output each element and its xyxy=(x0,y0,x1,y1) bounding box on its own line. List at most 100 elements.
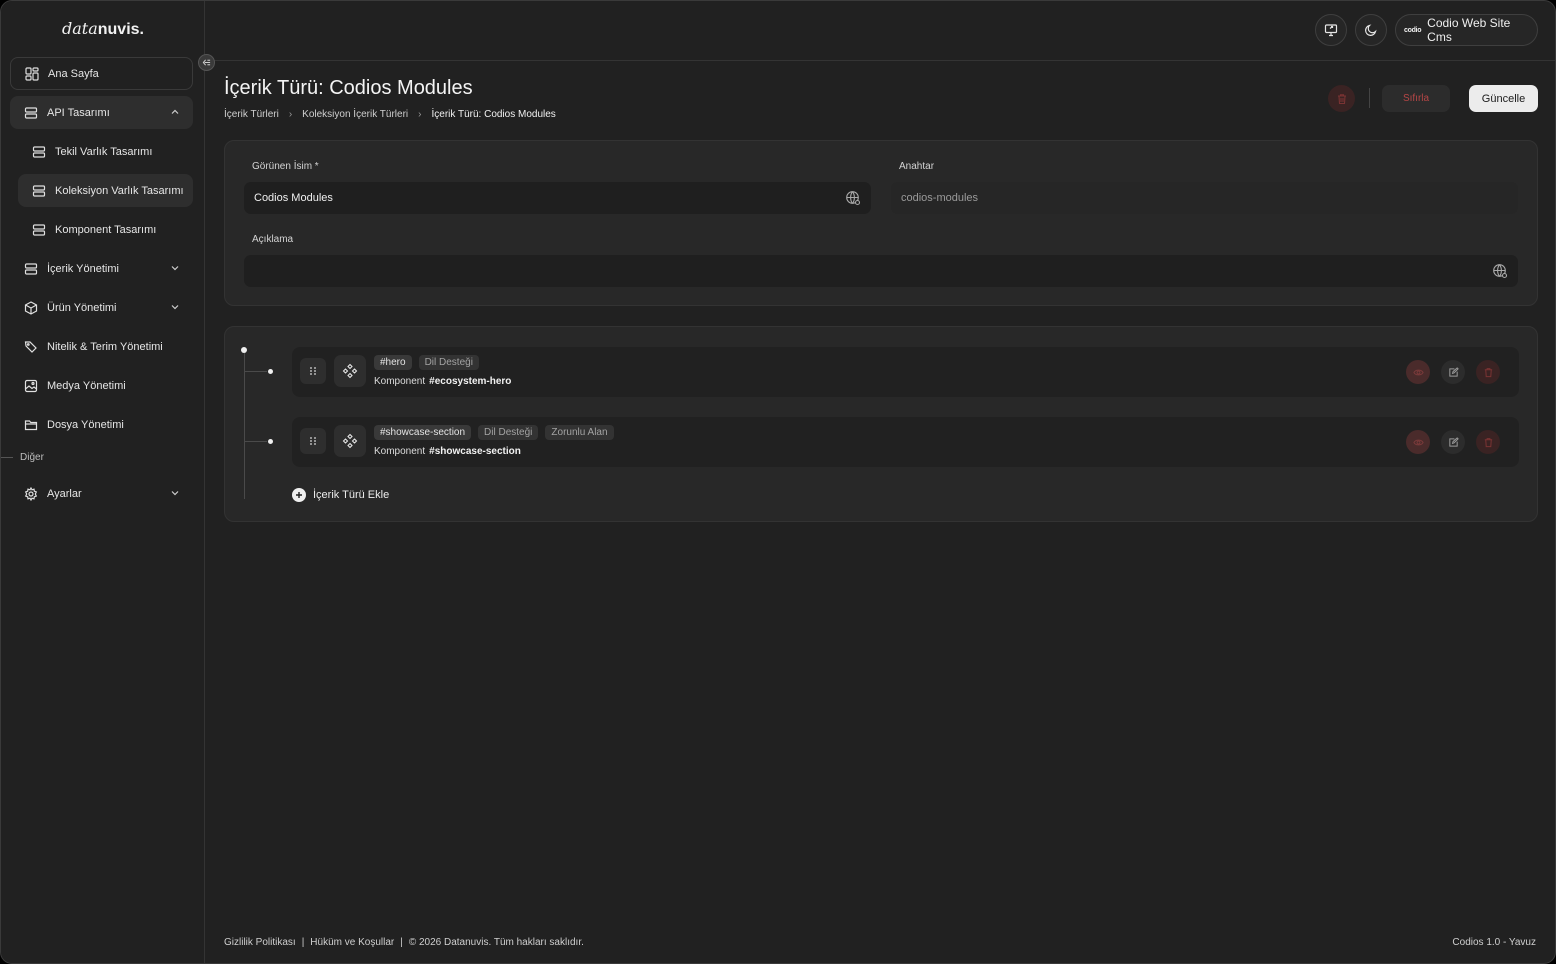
breadcrumb-item-collection-types[interactable]: Koleksiyon İçerik Türleri xyxy=(302,109,408,120)
component-icon xyxy=(342,363,358,379)
monitor-icon xyxy=(1324,24,1338,37)
tree-line xyxy=(244,353,245,499)
eye-icon xyxy=(1412,439,1424,445)
version-label: Codios 1.0 - Yavuz xyxy=(1452,937,1536,948)
sidebar-section-other: Diğer xyxy=(1,447,193,467)
drag-handle[interactable] xyxy=(300,428,326,454)
sidebar-item-content-management[interactable]: İçerik Yönetimi xyxy=(10,252,193,285)
privacy-link[interactable]: Gizlilik Politikası xyxy=(224,937,296,948)
app-window: datanuvis. Ana Sayfa API Tasarımı Tekil … xyxy=(0,0,1556,964)
sidebar-item-home[interactable]: Ana Sayfa xyxy=(10,57,193,90)
visibility-button[interactable] xyxy=(1406,430,1430,454)
delete-button[interactable] xyxy=(1476,360,1500,384)
collapse-icon xyxy=(202,59,211,66)
tree-node-dot xyxy=(268,369,273,374)
module-key-tag: #hero xyxy=(374,355,412,370)
chevron-right-icon: › xyxy=(418,109,422,120)
module-row[interactable]: #showcase-section Dil Desteği Zorunlu Al… xyxy=(292,417,1519,467)
gear-icon xyxy=(23,486,39,502)
drag-handle[interactable] xyxy=(300,358,326,384)
sidebar-item-single-entity[interactable]: Tekil Varlık Tasarımı xyxy=(18,135,193,168)
divider xyxy=(1369,88,1370,108)
site-switcher-button[interactable]: codio Codio Web Site Cms xyxy=(1395,14,1538,46)
language-support-tag: Dil Desteği xyxy=(418,355,479,370)
database-icon xyxy=(31,222,47,238)
sidebar-nav: Ana Sayfa API Tasarımı Tekil Varlık Tasa… xyxy=(10,57,193,516)
sidebar-item-label: Medya Yönetimi xyxy=(47,379,126,392)
codio-logo: codio xyxy=(1404,26,1422,34)
delete-content-type-button[interactable] xyxy=(1328,85,1355,112)
sidebar-item-media[interactable]: Medya Yönetimi xyxy=(10,369,193,402)
sidebar-item-label: Ana Sayfa xyxy=(48,67,99,80)
chevron-right-icon: › xyxy=(288,109,293,120)
sidebar-item-component-design[interactable]: Komponent Tasarımı xyxy=(18,213,193,246)
sidebar-item-label: API Tasarımı xyxy=(47,106,110,119)
reset-button[interactable]: Sıfırla xyxy=(1382,85,1450,112)
update-button[interactable]: Güncelle xyxy=(1469,85,1538,112)
edit-button[interactable] xyxy=(1441,360,1465,384)
module-row[interactable]: #hero Dil Desteği Komponent #ecosystem-he… xyxy=(292,347,1519,397)
sidebar-item-attribute-term[interactable]: Nitelik & Terim Yönetimi xyxy=(10,330,193,363)
modules-tree: #hero Dil Desteği Komponent #ecosystem-he… xyxy=(224,326,1538,522)
sidebar-item-collection-entity[interactable]: Koleksiyon Varlık Tasarımı xyxy=(18,174,193,207)
delete-button[interactable] xyxy=(1476,430,1500,454)
globe-settings-icon[interactable] xyxy=(1492,263,1508,279)
tree-node-dot xyxy=(268,439,273,444)
component-icon xyxy=(342,433,358,449)
sidebar-item-files[interactable]: Dosya Yönetimi xyxy=(10,408,193,441)
trash-icon xyxy=(1484,367,1492,377)
description-input[interactable] xyxy=(244,255,1518,287)
component-icon-button xyxy=(334,425,366,457)
topbar: codio Codio Web Site Cms xyxy=(205,1,1555,61)
logo[interactable]: datanuvis. xyxy=(1,19,205,39)
tree-branch xyxy=(245,371,267,372)
chevron-down-icon xyxy=(171,305,179,310)
moon-icon xyxy=(1365,24,1377,36)
breadcrumb-item-content-types[interactable]: İçerik Türleri xyxy=(224,109,279,120)
key-input[interactable]: codios-modules xyxy=(891,182,1518,214)
database-icon xyxy=(23,105,39,121)
folder-icon xyxy=(23,417,39,433)
sidebar-item-api-design[interactable]: API Tasarımı xyxy=(10,96,193,129)
module-meta: Komponent #showcase-section xyxy=(374,446,521,457)
key-label: Anahtar xyxy=(899,161,935,172)
tags-icon xyxy=(23,339,39,355)
add-content-type-button[interactable]: İçerik Türü Ekle xyxy=(292,488,389,502)
drag-dots-icon xyxy=(310,437,316,445)
database-icon xyxy=(23,261,39,277)
breadcrumb: İçerik Türleri › Koleksiyon İçerik Türle… xyxy=(224,109,556,120)
sidebar-item-label: Dosya Yönetimi xyxy=(47,418,124,431)
globe-settings-icon[interactable] xyxy=(845,190,861,206)
theme-toggle-button[interactable] xyxy=(1355,14,1387,46)
required-field-tag: Zorunlu Alan xyxy=(545,425,614,440)
sidebar-item-label: Ürün Yönetimi xyxy=(47,301,117,314)
language-support-tag: Dil Desteği xyxy=(478,425,539,440)
display-name-input[interactable]: Codios Modules xyxy=(244,182,871,214)
sidebar-item-label: Ayarlar xyxy=(47,487,82,500)
database-icon xyxy=(31,144,47,160)
site-switcher-label: Codio Web Site Cms xyxy=(1427,16,1511,44)
monitor-button[interactable] xyxy=(1315,14,1347,46)
sidebar-item-label: Tekil Varlık Tasarımı xyxy=(55,145,153,158)
copyright: © 2026 Datanuvis. Tüm hakları saklıdır. xyxy=(408,937,584,948)
page-title: İçerik Türü: Codios Modules xyxy=(224,77,473,99)
sidebar: datanuvis. Ana Sayfa API Tasarımı Tekil … xyxy=(1,1,205,963)
edit-icon xyxy=(1448,436,1459,447)
sidebar-item-product-management[interactable]: Ürün Yönetimi xyxy=(10,291,193,324)
sidebar-item-label: Komponent Tasarımı xyxy=(55,223,157,236)
component-icon-button xyxy=(334,355,366,387)
edit-button[interactable] xyxy=(1441,430,1465,454)
sidebar-item-label: Nitelik & Terim Yönetimi xyxy=(47,340,163,353)
sidebar-item-settings[interactable]: Ayarlar xyxy=(10,477,193,510)
plus-circle-icon xyxy=(292,488,306,502)
eye-icon xyxy=(1412,369,1424,375)
display-name-label: Görünen İsim * xyxy=(252,161,319,172)
module-tags: #showcase-section Dil Desteği Zorunlu Al… xyxy=(374,425,621,440)
sidebar-collapse-button[interactable] xyxy=(198,54,215,71)
visibility-button[interactable] xyxy=(1406,360,1430,384)
chevron-down-icon xyxy=(171,266,179,271)
chevron-up-icon xyxy=(171,109,179,114)
terms-link[interactable]: Hüküm ve Koşullar xyxy=(310,937,394,948)
trash-icon xyxy=(1484,437,1492,447)
add-content-type-label: İçerik Türü Ekle xyxy=(313,489,390,501)
